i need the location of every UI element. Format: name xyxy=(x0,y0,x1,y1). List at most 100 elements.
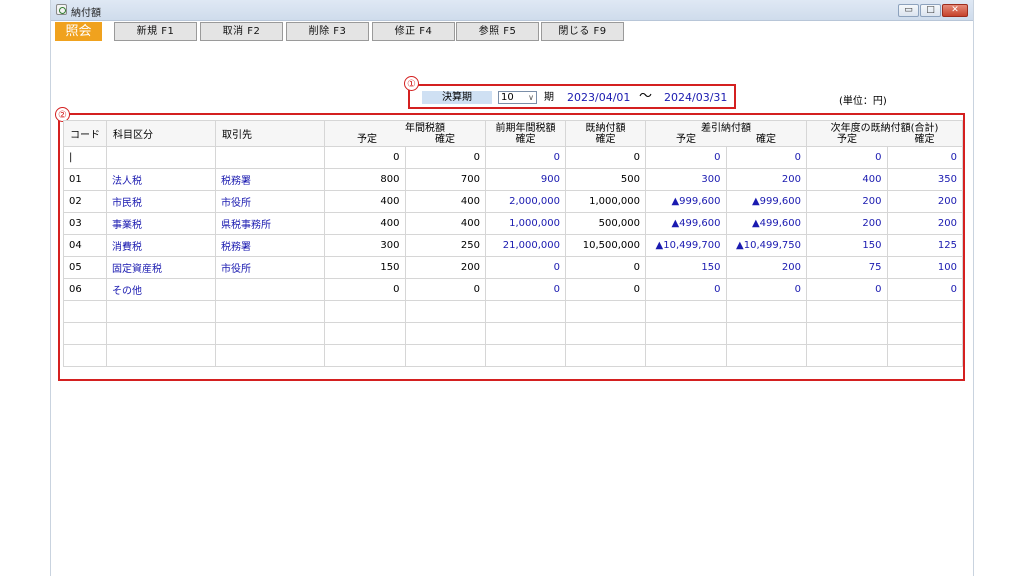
header-code: コード xyxy=(63,120,107,147)
row-value: 0 xyxy=(725,278,807,301)
table-row[interactable]: 02 市民税 市役所 400 400 2,000,000 1,000,000 ▲999,600… xyxy=(63,190,964,213)
cancel-button[interactable]: 取消 F2 xyxy=(200,22,283,41)
maximize-button[interactable]: □ xyxy=(920,4,941,17)
empty-cell xyxy=(63,322,107,345)
row-vendor: 税務署 xyxy=(215,234,325,257)
period-selector: 決算期 10 ∨ 期 2023/04/01 〜 2024/03/31 xyxy=(408,84,736,109)
header-annual-plan: 予定 xyxy=(357,133,377,145)
row-value: 150 xyxy=(324,256,406,279)
row-value: 0 xyxy=(565,256,646,279)
empty-cell xyxy=(324,300,406,323)
empty-cell xyxy=(886,344,964,367)
table-row[interactable]: 05 固定資産税 市役所 150 200 0 0 150 200 75 100 xyxy=(63,256,964,279)
row-value: 250 xyxy=(404,234,486,257)
row-value: 100 xyxy=(886,256,964,279)
row-value: 0 xyxy=(404,278,486,301)
row-value: ▲999,600 xyxy=(725,190,807,213)
period-select[interactable]: 10 ∨ xyxy=(498,91,537,104)
header-vendor: 取引先 xyxy=(215,120,325,147)
row-value: 300 xyxy=(645,168,727,191)
row-value: 0 xyxy=(886,278,964,301)
row-value: ▲999,600 xyxy=(645,190,727,213)
header-paid: 既納付額 確定 xyxy=(565,120,646,147)
empty-cell xyxy=(215,344,325,367)
row-value: 150 xyxy=(806,234,888,257)
row-value: 400 xyxy=(404,212,486,235)
row-value: ▲499,600 xyxy=(725,212,807,235)
row-value: 0 xyxy=(565,278,646,301)
row-code: 04 xyxy=(63,234,107,257)
close-button[interactable]: ✕ xyxy=(942,4,968,17)
row-value: 0 xyxy=(806,278,888,301)
row-value: 350 xyxy=(886,168,964,191)
row-vendor: 県税事務所 xyxy=(215,212,325,235)
row-value: 0 xyxy=(324,146,406,169)
table-row[interactable]: 06 その他 0 0 0 0 0 0 0 0 xyxy=(63,278,964,301)
minimize-button[interactable]: ▭ xyxy=(898,4,919,17)
close-window-button[interactable]: 閉じる F9 xyxy=(541,22,624,41)
empty-cell xyxy=(106,344,216,367)
row-category: 事業税 xyxy=(106,212,216,235)
empty-cell xyxy=(215,300,325,323)
app-search-icon xyxy=(56,4,67,15)
table-row[interactable]: 04 消費税 税務署 300 250 21,000,000 10,500,000 ▲10,49… xyxy=(63,234,964,257)
row-value: 700 xyxy=(404,168,486,191)
empty-cell xyxy=(565,300,646,323)
delete-button[interactable]: 削除 F3 xyxy=(286,22,369,41)
period-end-date[interactable]: 2024/03/31 xyxy=(664,91,727,104)
row-value: 500,000 xyxy=(565,212,646,235)
empty-cell xyxy=(806,322,888,345)
header-diff-plan: 予定 xyxy=(676,133,696,145)
period-start-date[interactable]: 2023/04/01 xyxy=(567,91,630,104)
empty-cell xyxy=(485,300,566,323)
edit-button[interactable]: 修正 F4 xyxy=(372,22,455,41)
reference-button[interactable]: 参照 F5 xyxy=(456,22,539,41)
row-category: 固定資産税 xyxy=(106,256,216,279)
empty-cell xyxy=(404,322,486,345)
period-label: 決算期 xyxy=(422,91,492,104)
row-value: 400 xyxy=(806,168,888,191)
row-value: ▲499,600 xyxy=(645,212,727,235)
empty-cell xyxy=(725,300,807,323)
empty-row[interactable] xyxy=(63,300,964,323)
new-button[interactable]: 新規 F1 xyxy=(114,22,197,41)
header-next: 次年度の既納付額(合計) 予定 確定 xyxy=(806,120,963,147)
empty-cell xyxy=(485,322,566,345)
row-value: 1,000,000 xyxy=(565,190,646,213)
empty-cell xyxy=(565,344,646,367)
row-value: 0 xyxy=(565,146,646,169)
table-row[interactable]: 01 法人税 税務署 800 700 900 500 300 200 400 350 xyxy=(63,168,964,191)
row-value: 0 xyxy=(725,146,807,169)
row-value: 0 xyxy=(485,278,566,301)
empty-cell xyxy=(645,344,727,367)
empty-cell xyxy=(404,300,486,323)
empty-cell xyxy=(886,300,964,323)
row-vendor: 税務署 xyxy=(215,168,325,191)
row-code: 05 xyxy=(63,256,107,279)
table-row[interactable]: 03 事業税 県税事務所 400 400 1,000,000 500,000 ▲499,600… xyxy=(63,212,964,235)
row-value: 2,000,000 xyxy=(485,190,566,213)
row-value: 0 xyxy=(485,256,566,279)
row-code: 02 xyxy=(63,190,107,213)
row-value: 150 xyxy=(645,256,727,279)
period-tilde: 〜 xyxy=(639,89,653,104)
row-vendor xyxy=(215,146,325,169)
header-next-title: 次年度の既納付額(合計) xyxy=(830,122,939,134)
header-prev-final: 確定 xyxy=(515,133,536,145)
empty-row[interactable] xyxy=(63,344,964,367)
table-header-row: コード 科目区分 取引先 年間税額 予定 確定 前期年間税額 確定 既納付額 確… xyxy=(63,120,963,147)
row-vendor xyxy=(215,278,325,301)
row-value: 0 xyxy=(404,146,486,169)
row-value: 200 xyxy=(806,212,888,235)
empty-cell xyxy=(215,322,325,345)
title-bar: 納付額 ▭ □ ✕ xyxy=(51,0,973,21)
empty-cell xyxy=(645,322,727,345)
table-row[interactable]: | 0 0 0 0 0 0 0 0 xyxy=(63,146,964,169)
window-title: 納付額 xyxy=(71,8,101,19)
row-value: 900 xyxy=(485,168,566,191)
empty-cell xyxy=(485,344,566,367)
row-value: 200 xyxy=(725,168,807,191)
row-value: 200 xyxy=(886,190,964,213)
empty-row[interactable] xyxy=(63,322,964,345)
row-value: ▲10,499,700 xyxy=(645,234,727,257)
